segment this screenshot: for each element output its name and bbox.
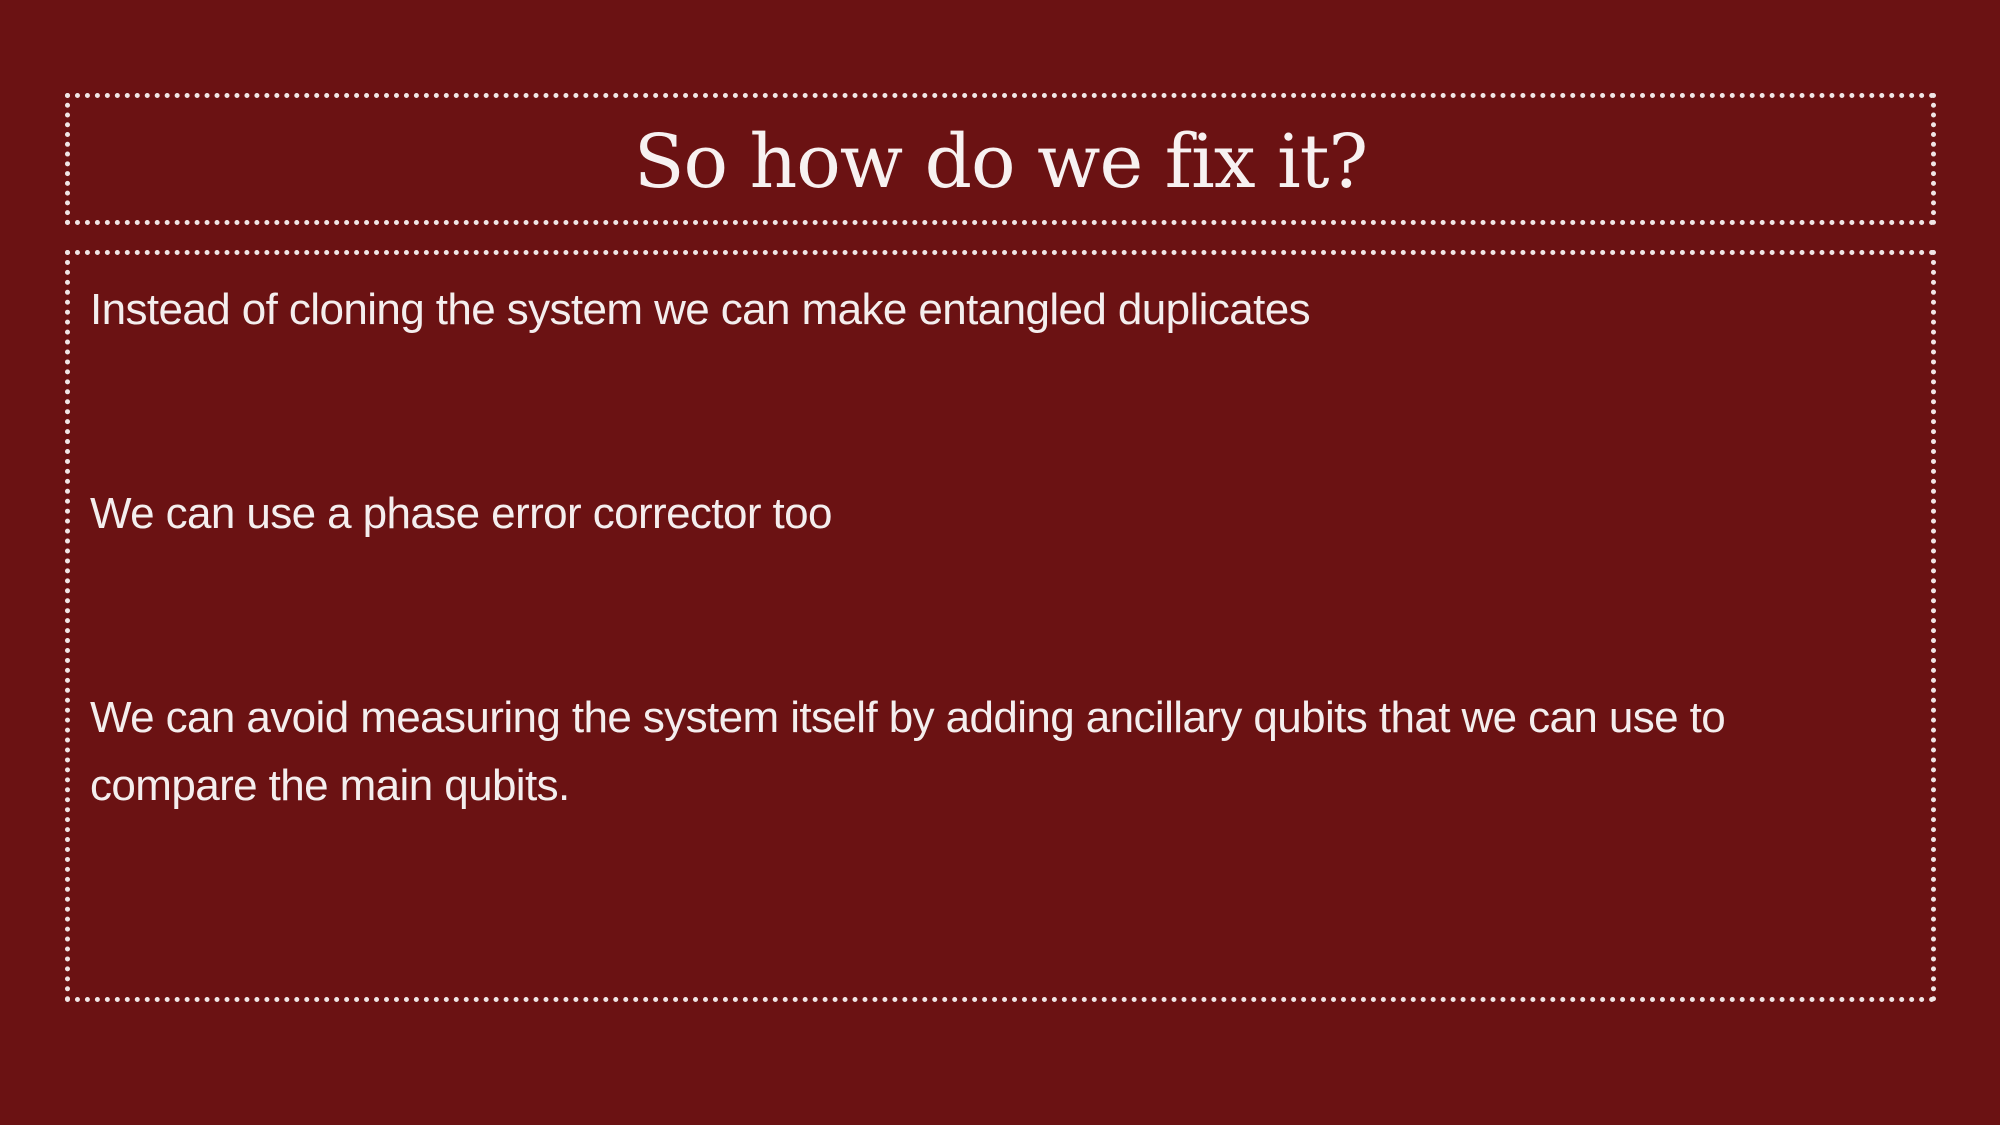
bullet-text-3: We can avoid measuring the system itself… (90, 693, 1726, 810)
content-frame: Instead of cloning the system we can mak… (65, 250, 1936, 1002)
title-frame: So how do we fix it? (65, 93, 1936, 225)
bullet-text-1: Instead of cloning the system we can mak… (90, 285, 1311, 334)
slide: So how do we fix it? Instead of cloning … (0, 0, 2000, 1125)
slide-title: So how do we fix it? (633, 119, 1368, 205)
bullet-text-2: We can use a phase error corrector too (90, 489, 832, 538)
